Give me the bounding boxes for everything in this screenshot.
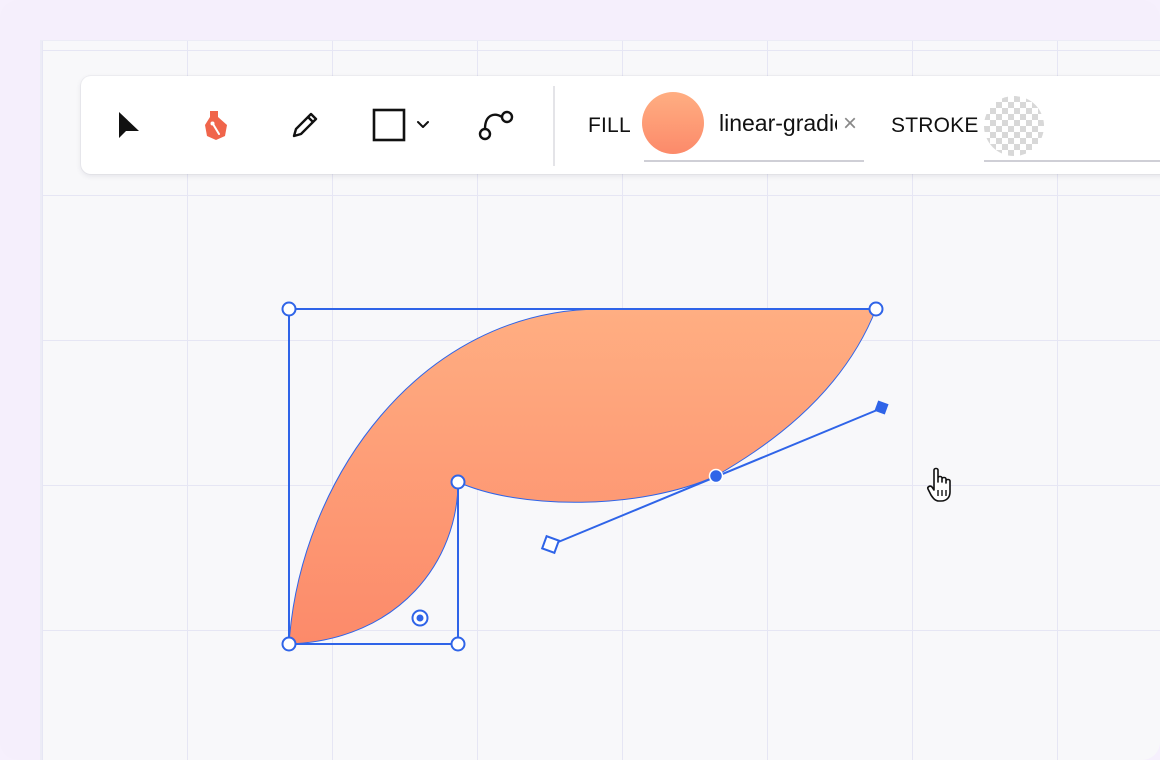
clear-fill-icon[interactable]: × xyxy=(843,110,857,138)
anchor-point-inner-corner[interactable] xyxy=(450,474,466,490)
toolbar-divider xyxy=(553,86,555,166)
anchor-point-bottom-right[interactable] xyxy=(450,636,466,652)
shape-dropdown-button[interactable] xyxy=(408,100,438,150)
fill-color-swatch[interactable] xyxy=(642,92,704,154)
bezier-handle-end-incoming[interactable] xyxy=(540,534,561,555)
path-curve-icon xyxy=(478,110,514,141)
rectangle-tool-button[interactable] xyxy=(364,100,414,150)
anchor-point-bottom-left[interactable] xyxy=(281,636,297,652)
chevron-down-icon xyxy=(417,121,429,128)
stroke-input-underline xyxy=(984,160,1160,162)
hand-pointer-icon xyxy=(927,467,951,502)
select-tool-button[interactable] xyxy=(103,100,153,150)
drawing-toolbar: FILL linear-gradient(180deg, #ffae82, #f… xyxy=(81,76,1160,174)
fill-value-input[interactable]: linear-gradient(180deg, #ffae82, #fc8a6a… xyxy=(719,110,837,140)
bezier-handle-end-outgoing[interactable] xyxy=(874,400,889,415)
anchor-point-top-left[interactable] xyxy=(281,301,297,317)
app-frame: FILL linear-gradient(180deg, #ffae82, #f… xyxy=(0,0,1160,760)
stroke-label: STROKE xyxy=(891,114,979,137)
transform-origin-icon[interactable] xyxy=(411,609,429,627)
pencil-icon xyxy=(292,112,318,138)
select-arrow-icon xyxy=(119,112,139,138)
fill-input-underline xyxy=(644,160,864,162)
pen-tool-button[interactable] xyxy=(191,100,241,150)
pencil-tool-button[interactable] xyxy=(280,100,330,150)
gradient-shape[interactable] xyxy=(288,308,877,645)
path-tool-button[interactable] xyxy=(471,100,521,150)
stroke-color-swatch[interactable] xyxy=(984,96,1044,156)
anchor-point-selected[interactable] xyxy=(708,468,724,484)
square-icon xyxy=(372,108,406,142)
anchor-point-top-right[interactable] xyxy=(868,301,884,317)
fill-label: FILL xyxy=(588,114,631,137)
pen-nib-icon xyxy=(205,111,227,140)
